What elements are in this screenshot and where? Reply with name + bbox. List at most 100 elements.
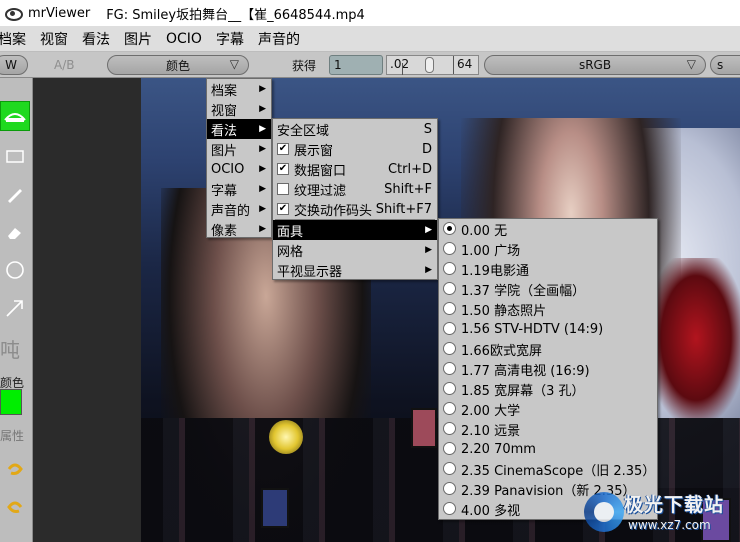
submenu-arrow-icon: ▶ (259, 224, 266, 234)
color-dropdown-label: 颜色 (165, 58, 190, 73)
gain-input[interactable]: 1 (329, 55, 383, 75)
viewer-margin (33, 78, 141, 542)
scrub-tool-button[interactable] (0, 101, 30, 131)
eraser-tool-button[interactable] (0, 217, 30, 247)
colorspace-label: sRGB (578, 58, 612, 72)
gamma-value: .02 (390, 57, 410, 71)
tool-column: 吨 颜色 属性 (0, 78, 33, 542)
circle-tool-button[interactable] (0, 255, 30, 285)
submenu-arrow-icon: ▶ (425, 225, 432, 235)
mask-option[interactable]: 1.50 静态照片 (439, 299, 657, 319)
radio-button[interactable] (443, 282, 456, 295)
view-item-presentation[interactable]: ✔ 展示窗 D (273, 139, 437, 159)
watermark-logo-icon (584, 492, 624, 532)
mask-option[interactable]: 1.00 广场 (439, 239, 657, 259)
menu-file[interactable]: 档案 (0, 29, 33, 49)
checkbox-unchecked[interactable] (277, 183, 289, 195)
undo-button[interactable] (0, 455, 30, 485)
ctx-item-view[interactable]: 看法 ▶ (207, 119, 271, 139)
redo-button[interactable] (0, 493, 30, 523)
mask-option[interactable]: 2.20 70mm (439, 439, 657, 459)
rectangle-icon (6, 150, 24, 163)
view-item-data-window[interactable]: ✔ 数据窗口 Ctrl+D (273, 159, 437, 179)
radio-button[interactable] (443, 242, 456, 255)
checkbox-checked[interactable]: ✔ (277, 143, 289, 155)
radio-button[interactable] (443, 422, 456, 435)
view-item-texture-filter[interactable]: 纹理过滤 Shift+F (273, 179, 437, 199)
radio-selected[interactable] (443, 222, 456, 235)
menu-view[interactable]: 看法 (75, 29, 117, 49)
radio-button[interactable] (443, 402, 456, 415)
view-item-swap-dock[interactable]: ✔ 交换动作码头 Shift+F7 (273, 199, 437, 219)
mask-option[interactable]: 1.85 宽屏幕（3 孔） (439, 379, 657, 399)
view-item-safe-areas[interactable]: 安全区域 S (273, 119, 437, 139)
color-swatch[interactable] (0, 389, 22, 415)
checkbox-checked[interactable]: ✔ (277, 163, 289, 175)
rectangle-tool-button[interactable] (0, 141, 30, 171)
w-button[interactable]: W (0, 55, 28, 75)
view-item-grid[interactable]: 网格 ▶ (273, 240, 437, 260)
ctx-item-file[interactable]: 档案 ▶ (207, 79, 271, 99)
dropdown-arrow-icon: ▽ (686, 57, 696, 71)
checkbox-checked[interactable]: ✔ (277, 203, 289, 215)
view-item-mask[interactable]: 面具 ▶ (273, 220, 437, 240)
ctx-item-pixel[interactable]: 像素 ▶ (207, 219, 271, 239)
menu-audio[interactable]: 声音的 (251, 29, 307, 49)
text-tool-button[interactable]: 吨 (0, 334, 20, 363)
ctx-item-window[interactable]: 视窗 ▶ (207, 99, 271, 119)
context-menu-main: 档案 ▶ 视窗 ▶ 看法 ▶ 图片 ▶ OCIO ▶ 字幕 ▶ 声音的 ▶ 像素 ▶ (206, 78, 272, 239)
mask-option[interactable]: 1.19电影通 (439, 259, 657, 279)
title-bar: mrViewer FG: Smiley坂拍舞台__【崔_6648544.mp4 (0, 0, 740, 26)
mask-option[interactable]: 0.00 无 (439, 219, 657, 239)
radio-button[interactable] (443, 302, 456, 315)
colorspace2-dropdown[interactable]: s (710, 55, 740, 75)
radio-button[interactable] (443, 322, 456, 335)
mask-option[interactable]: 1.56 STV-HDTV (14:9) (439, 319, 657, 339)
menu-image[interactable]: 图片 (117, 29, 159, 49)
eraser-icon (8, 228, 21, 239)
menu-bar: 档案 视窗 看法 图片 OCIO 字幕 声音的 (0, 26, 740, 52)
radio-button[interactable] (443, 442, 456, 455)
gamma-tick (402, 63, 403, 75)
radio-button[interactable] (443, 382, 456, 395)
view-submenu: 安全区域 S ✔ 展示窗 D ✔ 数据窗口 Ctrl+D 纹理过滤 Shift+F ✔ 交换动… (272, 118, 438, 280)
radio-button[interactable] (443, 482, 456, 495)
submenu-arrow-icon: ▶ (259, 164, 266, 174)
redo-icon (7, 501, 23, 513)
ctx-item-ocio[interactable]: OCIO ▶ (207, 159, 271, 179)
radio-button[interactable] (443, 502, 456, 515)
radio-button[interactable] (443, 262, 456, 275)
mask-option[interactable]: 1.37 学院（全画幅） (439, 279, 657, 299)
colorspace2-label: s (717, 58, 724, 72)
ctx-item-audio[interactable]: 声音的 ▶ (207, 199, 271, 219)
radio-button[interactable] (443, 362, 456, 375)
ctx-item-subtitles[interactable]: 字幕 ▶ (207, 179, 271, 199)
gamma-slider[interactable]: .02 64 (386, 55, 479, 75)
mask-option[interactable]: 2.00 大学 (439, 399, 657, 419)
menu-ocio[interactable]: OCIO (159, 31, 209, 47)
arrow-tool-button[interactable] (0, 293, 30, 323)
menu-subtitles[interactable]: 字幕 (209, 29, 251, 49)
mask-option[interactable]: 1.77 高清电视 (16:9) (439, 359, 657, 379)
menu-window[interactable]: 视窗 (33, 29, 75, 49)
mask-submenu: 0.00 无 1.00 广场 1.19电影通 1.37 学院（全画幅） 1.50… (438, 218, 658, 520)
file-title: FG: Smiley坂拍舞台__【崔_6648544.mp4 (106, 7, 365, 23)
undo-icon (7, 463, 23, 475)
phone-screen (261, 488, 289, 528)
mask-option[interactable]: 1.66欧式宽屏 (439, 339, 657, 359)
pencil-tool-button[interactable] (0, 179, 30, 209)
ctx-item-image[interactable]: 图片 ▶ (207, 139, 271, 159)
gamma-slider-knob[interactable] (425, 57, 434, 73)
slider-divider (453, 56, 454, 74)
color-dropdown[interactable]: 颜色 ▽ (107, 55, 249, 75)
dropdown-arrow-icon: ▽ (229, 57, 239, 71)
ab-button[interactable]: A/B (54, 55, 84, 75)
view-item-hud[interactable]: 平视显示器 ▶ (273, 260, 437, 280)
radio-button[interactable] (443, 342, 456, 355)
colorspace-dropdown[interactable]: sRGB ▽ (484, 55, 706, 75)
submenu-arrow-icon: ▶ (259, 104, 266, 114)
mask-option[interactable]: 2.35 CinemaScope（旧 2.35） (439, 459, 657, 479)
radio-button[interactable] (443, 462, 456, 475)
submenu-arrow-icon: ▶ (259, 204, 266, 214)
mask-option[interactable]: 2.10 远景 (439, 419, 657, 439)
